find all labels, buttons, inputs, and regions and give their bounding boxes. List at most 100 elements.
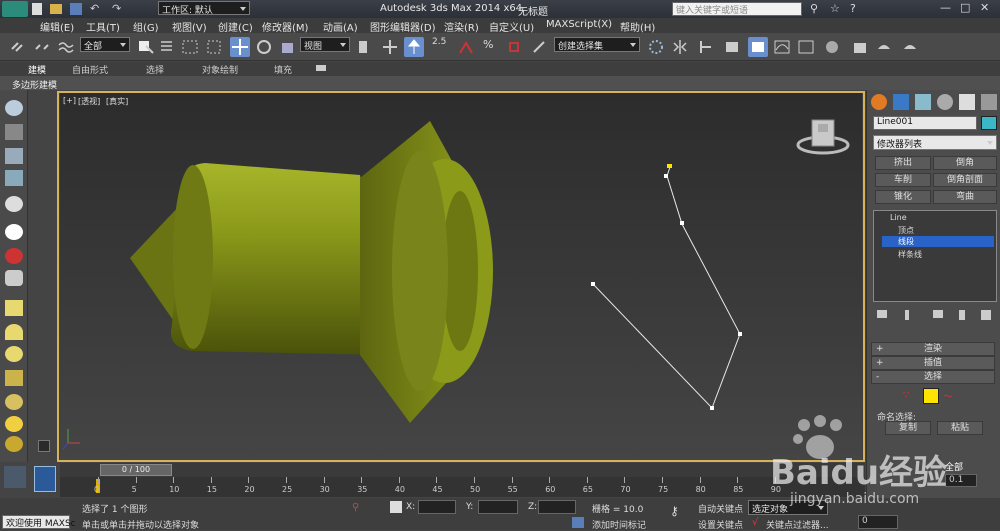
- curve-editor-icon[interactable]: [772, 37, 792, 57]
- menu-rendering[interactable]: 渲染(R): [444, 19, 479, 34]
- set-key-button[interactable]: 设置关键点: [698, 518, 743, 531]
- help-icon[interactable]: ?: [850, 2, 856, 15]
- y-coordinate[interactable]: [478, 500, 518, 514]
- object-name-field[interactable]: Line001: [873, 116, 977, 130]
- app-logo-icon[interactable]: [2, 1, 28, 17]
- percent-snap-icon[interactable]: %: [480, 37, 500, 57]
- open-file-icon[interactable]: [50, 4, 62, 14]
- show-end-result-icon[interactable]: [905, 310, 909, 320]
- menu-animation[interactable]: 动画(A): [323, 19, 358, 34]
- rendering-rollout[interactable]: + 渲染: [871, 342, 995, 356]
- gear-icon[interactable]: [5, 270, 23, 286]
- render-setup-icon[interactable]: [850, 37, 870, 57]
- interpolation-rollout[interactable]: + 插值: [871, 356, 995, 370]
- selection-filter-dropdown[interactable]: 全部: [80, 37, 130, 52]
- lathe-button[interactable]: 车削: [875, 173, 931, 187]
- shell-icon[interactable]: [5, 394, 23, 410]
- mini-curve-icon[interactable]: [34, 466, 56, 492]
- unlink-icon[interactable]: [32, 37, 52, 57]
- sphere-yellow-icon[interactable]: [5, 346, 23, 362]
- taper-button[interactable]: 锥化: [875, 190, 931, 204]
- make-unique-icon[interactable]: [933, 310, 943, 318]
- vertex-level-icon[interactable]: ∵: [903, 390, 909, 401]
- reference-coord-dropdown[interactable]: 视图: [300, 37, 350, 52]
- key-icon[interactable]: ⚷: [670, 504, 679, 518]
- bevel-profile-button[interactable]: 倒角剖面: [933, 173, 997, 187]
- sun-icon[interactable]: [5, 416, 23, 432]
- teapot-icon[interactable]: [5, 100, 23, 116]
- pin-stack-icon[interactable]: [877, 310, 887, 318]
- tab-object-paint[interactable]: 对象绘制: [202, 63, 238, 76]
- dome-icon[interactable]: [5, 324, 23, 340]
- window-crossing-icon[interactable]: [204, 37, 224, 57]
- segment-level-icon[interactable]: [923, 388, 939, 404]
- new-file-icon[interactable]: [32, 3, 42, 15]
- render-frame-icon[interactable]: [874, 37, 894, 57]
- maxscript-listener[interactable]: 欢迎使用 MAXSc: [2, 515, 76, 529]
- time-slider-thumb[interactable]: 0 / 100: [100, 464, 172, 476]
- rotate-icon[interactable]: [254, 37, 274, 57]
- menu-help[interactable]: 帮助(H): [620, 19, 655, 34]
- absolute-mode-icon[interactable]: [390, 501, 402, 513]
- menu-tools[interactable]: 工具(T): [86, 19, 120, 34]
- workspace-dropdown[interactable]: 工作区: 默认: [158, 1, 250, 15]
- save-icon[interactable]: [70, 3, 82, 15]
- tab-freeform[interactable]: 自由形式: [72, 63, 108, 76]
- redo-icon[interactable]: ↷: [112, 3, 121, 15]
- maxscript-mini-icon[interactable]: [4, 466, 26, 488]
- undo-icon[interactable]: ↶: [90, 3, 99, 15]
- schematic-view-icon[interactable]: [796, 37, 816, 57]
- stack-item-segment[interactable]: 线段: [882, 236, 994, 247]
- selection-rollout[interactable]: - 选择: [871, 370, 995, 384]
- menu-create[interactable]: 创建(C): [218, 19, 253, 34]
- menu-modifiers[interactable]: 修改器(M): [262, 19, 308, 34]
- menu-edit[interactable]: 编辑(E): [40, 19, 74, 34]
- edit-named-selection-icon[interactable]: [530, 37, 550, 57]
- z-coordinate[interactable]: [538, 500, 576, 514]
- add-time-tag[interactable]: 添加时间标记: [592, 518, 646, 531]
- tab-populate[interactable]: 填充: [274, 63, 292, 76]
- render-production-icon[interactable]: [900, 37, 920, 57]
- bevel-button[interactable]: 倒角: [933, 156, 997, 170]
- perspective-viewport[interactable]: [+] [透视] [真实]: [60, 93, 862, 460]
- named-selection-dropdown[interactable]: 创建选择集: [554, 37, 640, 52]
- grid-icon[interactable]: [5, 170, 23, 186]
- menu-group[interactable]: 组(G): [133, 19, 159, 34]
- tab-selection[interactable]: 选择: [146, 63, 164, 76]
- align-icon[interactable]: [670, 37, 690, 57]
- panel-toggle-icon[interactable]: [38, 440, 50, 452]
- keyboard-shortcut-icon[interactable]: [404, 37, 424, 57]
- object-color-swatch[interactable]: [981, 116, 997, 130]
- box-yellow-icon[interactable]: [5, 300, 23, 316]
- document-icon[interactable]: [5, 148, 23, 164]
- image-icon[interactable]: [5, 124, 23, 140]
- configure-sets-icon[interactable]: [981, 310, 991, 320]
- menu-graph-editors[interactable]: 图形编辑器(D): [370, 19, 436, 34]
- spline-level-icon[interactable]: 〜: [943, 388, 953, 403]
- track-bar[interactable]: 0 5 10 15 20 25 30 35 40 45 50 55 60 65 70 75 80 85 90: [60, 477, 865, 497]
- spinner-snap-icon[interactable]: [504, 37, 524, 57]
- bend-button[interactable]: 弯曲: [933, 190, 997, 204]
- rect-selection-icon[interactable]: [180, 37, 200, 57]
- ribbon-options-icon[interactable]: [316, 65, 326, 71]
- snap-toggle-icon[interactable]: 2.5: [430, 37, 450, 57]
- menu-maxscript[interactable]: MAXScript(X): [546, 19, 612, 30]
- star-icon[interactable]: ☆: [830, 2, 840, 15]
- menu-views[interactable]: 视图(V): [172, 19, 207, 34]
- close-icon[interactable]: ✕: [980, 1, 989, 14]
- bind-spacewarp-icon[interactable]: [56, 37, 76, 57]
- hedra-icon[interactable]: [5, 370, 23, 386]
- sphere-gold-icon[interactable]: [5, 436, 23, 452]
- move-icon[interactable]: [230, 37, 250, 57]
- stack-item-vertex[interactable]: 顶点: [898, 225, 914, 236]
- scale-icon[interactable]: [278, 37, 298, 57]
- maximize-icon[interactable]: □: [960, 1, 970, 14]
- graphite-toggle-icon[interactable]: [748, 37, 768, 57]
- layer-manager-icon[interactable]: [696, 37, 716, 57]
- auto-key-button[interactable]: 自动关键点: [698, 502, 743, 515]
- x-coordinate[interactable]: [418, 500, 456, 514]
- select-object-icon[interactable]: [136, 37, 156, 57]
- utilities-tab-icon[interactable]: [981, 94, 997, 110]
- cylinder-object[interactable]: [130, 121, 493, 423]
- sphere-icon[interactable]: [5, 224, 23, 240]
